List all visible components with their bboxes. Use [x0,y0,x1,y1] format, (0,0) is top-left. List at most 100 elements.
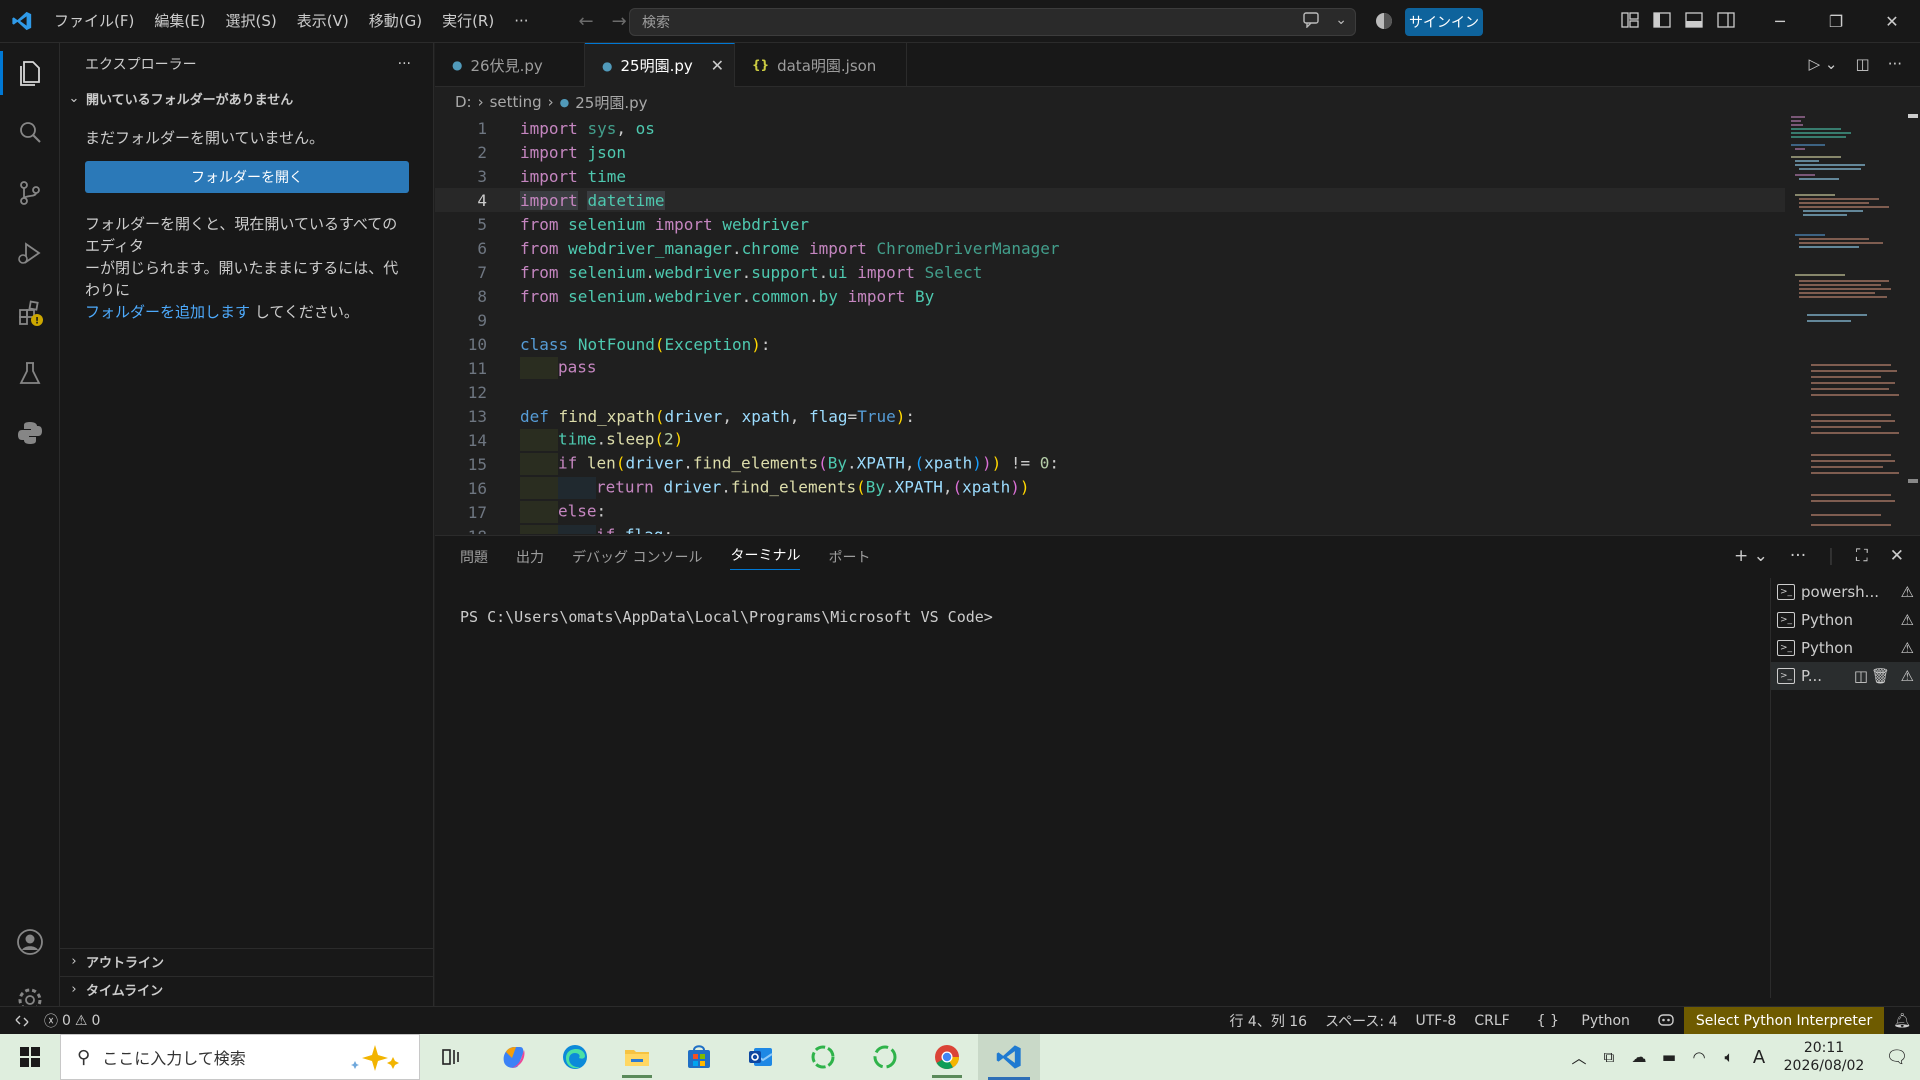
signin-button[interactable]: サインイン [1405,8,1483,36]
menu-edit[interactable]: 編集(E) [144,0,215,43]
terminal-item-python[interactable]: >_ Python ⚠ [1771,634,1920,662]
tab-problems[interactable]: 問題 [460,547,488,567]
more-actions-icon[interactable]: ··· [1790,546,1806,566]
onedrive-icon[interactable]: ☁ [1624,1048,1654,1066]
taskbar-search-box[interactable]: ⚲ ここに入力して検索 [60,1034,420,1080]
chat-icon[interactable] [1303,12,1321,32]
clock[interactable]: 20:11 2026/08/02 [1774,1039,1874,1075]
language-mode[interactable]: { } Python [1519,1013,1648,1029]
copilot-app-icon[interactable] [482,1034,544,1080]
more-actions-icon[interactable]: ··· [398,56,411,72]
terminal-item-active[interactable]: >_ P... ◫ 🗑 ⚠ [1771,662,1920,690]
customize-layout-icon[interactable] [1620,10,1640,30]
maximize-panel-icon[interactable]: ⛶ [1856,546,1868,566]
no-folder-section-header[interactable]: ⌄ 開いているフォルダーがありません [60,85,433,111]
app-ring-icon[interactable] [792,1034,854,1080]
restore-window-icon[interactable]: ❐ [1808,0,1864,43]
menu-selection[interactable]: 選択(S) [216,0,287,43]
minimize-window-icon[interactable]: ─ [1752,0,1808,43]
timeline-section-header[interactable]: › タイムライン [60,976,434,1002]
ime-indicator[interactable]: A [1744,1047,1774,1068]
menu-go[interactable]: 移動(G) [359,0,432,43]
menu-more[interactable]: ··· [504,0,538,43]
menu-run[interactable]: 実行(R) [432,0,504,43]
close-tab-icon[interactable]: ✕ [711,56,724,75]
breadcrumb-folder[interactable]: setting [490,93,542,111]
cursor-position[interactable]: 行 4、列 16 [1220,1011,1316,1031]
error-icon[interactable]: ⓧ [44,1011,58,1031]
add-folder-link[interactable]: フォルダーを追加します [85,303,250,321]
search-icon[interactable] [0,103,60,163]
select-python-interpreter-button[interactable]: Select Python Interpreter [1683,1007,1885,1035]
edge-browser-icon[interactable] [544,1034,606,1080]
file-explorer-icon[interactable] [606,1034,668,1080]
forward-arrow-icon[interactable]: → [612,11,627,32]
extensions-icon[interactable]: ! [0,283,60,343]
tab-ports[interactable]: ポート [828,547,870,567]
chevron-up-icon[interactable]: ︿ [1564,1047,1594,1068]
breadcrumb-file[interactable]: 25明園.py [575,92,647,113]
testing-icon[interactable] [0,343,60,403]
notifications-bell-icon[interactable]: 🔔︎ [1884,1013,1920,1029]
split-editor-icon[interactable]: ◫ [1856,55,1870,73]
chrome-browser-icon[interactable] [916,1034,978,1080]
terminal-item-python[interactable]: >_ Python ⚠ [1771,606,1920,634]
meet-now-icon[interactable]: ⧉ [1594,1048,1624,1066]
chevron-down-icon[interactable]: ⌄ [1335,12,1347,32]
indentation[interactable]: スペース: 4 [1316,1011,1406,1031]
remote-indicator-icon[interactable] [0,1007,44,1035]
encoding[interactable]: UTF-8 [1407,1013,1466,1029]
terminal-prompt[interactable]: PS C:\Users\omats\AppData\Local\Programs… [460,608,993,626]
open-folder-button[interactable]: フォルダーを開く [85,161,409,193]
warning-count[interactable]: 0 [91,1013,100,1029]
vscode-taskbar-icon[interactable] [978,1034,1040,1080]
error-count[interactable]: 0 [62,1013,71,1029]
tab-terminal[interactable]: ターミナル [730,545,801,570]
more-actions-icon[interactable]: ··· [1888,55,1902,73]
end-of-line[interactable]: CRLF [1465,1013,1518,1029]
accounts-icon[interactable] [0,913,60,971]
run-python-file-icon[interactable]: ▷ ⌄ [1809,55,1838,73]
wifi-icon[interactable]: ◠ [1684,1048,1714,1066]
windows-start-icon[interactable] [0,1034,60,1080]
toggle-panel-icon[interactable] [1684,10,1704,30]
task-view-icon[interactable] [420,1034,482,1080]
toggle-secondary-sidebar-icon[interactable] [1716,10,1736,30]
breadcrumb-drive[interactable]: D: [455,93,472,111]
microsoft-store-icon[interactable] [668,1034,730,1080]
outline-section-header[interactable]: › アウトライン [60,948,434,974]
tab-data-meien-json[interactable]: {} data明園.json [735,43,907,87]
notification-center-icon[interactable]: 🗨︎ [1874,1047,1920,1068]
trash-icon[interactable]: 🗑 [1871,667,1890,685]
menu-view[interactable]: 表示(V) [287,0,359,43]
editor-scrollbar[interactable] [1905,114,1920,534]
menu-file[interactable]: ファイル(F) [44,0,144,43]
volume-icon[interactable]: 🔈︎ [1714,1048,1744,1066]
toggle-primary-sidebar-icon[interactable] [1652,10,1672,30]
warning-icon[interactable]: ⚠ [75,1013,88,1029]
source-control-icon[interactable] [0,163,60,223]
back-arrow-icon[interactable]: ← [579,11,594,32]
tab-26fushimi[interactable]: ● 26伏見.py [435,43,585,87]
battery-icon[interactable]: ▬ [1654,1048,1684,1066]
explorer-icon[interactable] [0,43,60,103]
minimap[interactable] [1787,114,1905,534]
code-line-current: 4 import datetime [435,188,1785,212]
terminal-item-powershell[interactable]: >_ powersh... ⚠ [1771,578,1920,606]
outlook-icon[interactable] [730,1034,792,1080]
tab-25meien[interactable]: ● 25明園.py ✕ [585,43,735,87]
code-editor[interactable]: 1 import sys, os 2 import json 3 import … [435,114,1920,534]
close-panel-icon[interactable]: ✕ [1890,546,1904,566]
menu-bar: ファイル(F) 編集(E) 選択(S) 表示(V) 移動(G) 実行(R) ··… [44,0,539,43]
command-center-search[interactable]: 検索 ⌄ [629,8,1356,36]
copilot-icon[interactable] [1374,11,1394,31]
new-terminal-icon[interactable]: + ⌄ [1734,546,1768,566]
python-icon[interactable] [0,403,60,463]
close-window-icon[interactable]: ✕ [1864,0,1920,43]
run-debug-icon[interactable] [0,223,60,283]
split-terminal-icon[interactable]: ◫ [1854,667,1868,685]
app-ring-icon[interactable] [854,1034,916,1080]
tab-output[interactable]: 出力 [516,547,544,567]
tab-debug-console[interactable]: デバッグ コンソール [572,547,702,567]
copilot-icon[interactable] [1648,1011,1684,1031]
